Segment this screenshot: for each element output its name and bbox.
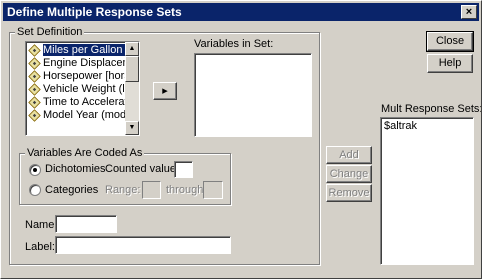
move-to-set-button[interactable]: ▸	[153, 82, 177, 100]
counted-value-label: Counted value:	[105, 163, 179, 175]
through-label: through	[166, 184, 204, 196]
counted-value-input[interactable]	[174, 161, 193, 178]
change-button[interactable]: Change	[326, 165, 372, 183]
label-input[interactable]	[55, 236, 231, 254]
list-item[interactable]: Miles per Gallon [m	[27, 44, 138, 57]
range-to-input[interactable]	[203, 181, 223, 199]
list-item[interactable]: Horsepower [horse]	[27, 70, 139, 83]
coded-as-group	[19, 153, 231, 205]
dichotomies-radio[interactable]	[29, 164, 41, 176]
define-multiple-response-sets-dialog: Define Multiple Response Sets × Set Defi…	[0, 0, 482, 279]
help-button[interactable]: Help	[427, 54, 473, 73]
scroll-thumb[interactable]	[125, 56, 139, 82]
dichotomies-label: Dichotomies	[45, 163, 106, 175]
add-button[interactable]: Add	[326, 146, 372, 164]
scroll-down-arrow-icon[interactable]: ▼	[125, 121, 139, 135]
source-variable-list[interactable]: Miles per Gallon [m Engine Displaceme Hors…	[25, 41, 140, 136]
scale-variable-icon	[28, 83, 41, 96]
mult-response-sets-list[interactable]: $altrak	[380, 117, 474, 265]
categories-label: Categories	[45, 184, 99, 196]
range-from-input[interactable]	[142, 181, 161, 199]
range-label: Range:	[105, 184, 141, 196]
name-input[interactable]	[55, 215, 117, 233]
categories-radio[interactable]	[29, 184, 41, 196]
list-item[interactable]: Model Year (modulo	[27, 109, 139, 122]
title-bar: Define Multiple Response Sets ×	[3, 3, 479, 21]
list-item[interactable]: Time to Accelerate	[27, 96, 134, 109]
variable-name: Vehicle Weight (lbs	[43, 83, 137, 95]
close-icon: ×	[465, 6, 473, 18]
scale-variable-icon	[28, 70, 41, 83]
source-list-scrollbar[interactable]: ▲ ▼	[125, 42, 139, 135]
remove-button[interactable]: Remove	[326, 184, 372, 202]
list-item[interactable]: Engine Displaceme	[27, 57, 138, 70]
variables-in-set-list[interactable]	[194, 53, 312, 137]
list-item[interactable]: $altrak	[384, 120, 417, 133]
right-arrow-icon: ▸	[162, 85, 168, 97]
close-button[interactable]: Close	[426, 31, 474, 52]
variables-in-set-label: Variables in Set:	[194, 38, 274, 50]
scale-variable-icon	[28, 96, 41, 109]
mult-response-sets-label: Mult Response Sets:	[381, 103, 482, 115]
scale-variable-icon	[28, 109, 41, 122]
coded-as-label: Variables Are Coded As	[25, 147, 145, 159]
scale-variable-icon	[28, 57, 41, 70]
close-window-button[interactable]: ×	[461, 5, 477, 19]
name-label: Name:	[25, 219, 58, 231]
window-title: Define Multiple Response Sets	[7, 5, 182, 19]
scroll-up-arrow-icon[interactable]: ▲	[125, 42, 139, 56]
label-label: Label:	[25, 241, 55, 253]
variable-name: Time to Accelerate	[43, 96, 134, 108]
scale-variable-icon	[28, 44, 41, 57]
variable-name: Miles per Gallon [m	[43, 44, 138, 56]
variable-name: Engine Displaceme	[43, 57, 138, 69]
set-definition-label: Set Definition	[15, 26, 85, 38]
list-item[interactable]: Vehicle Weight (lbs	[27, 83, 136, 96]
